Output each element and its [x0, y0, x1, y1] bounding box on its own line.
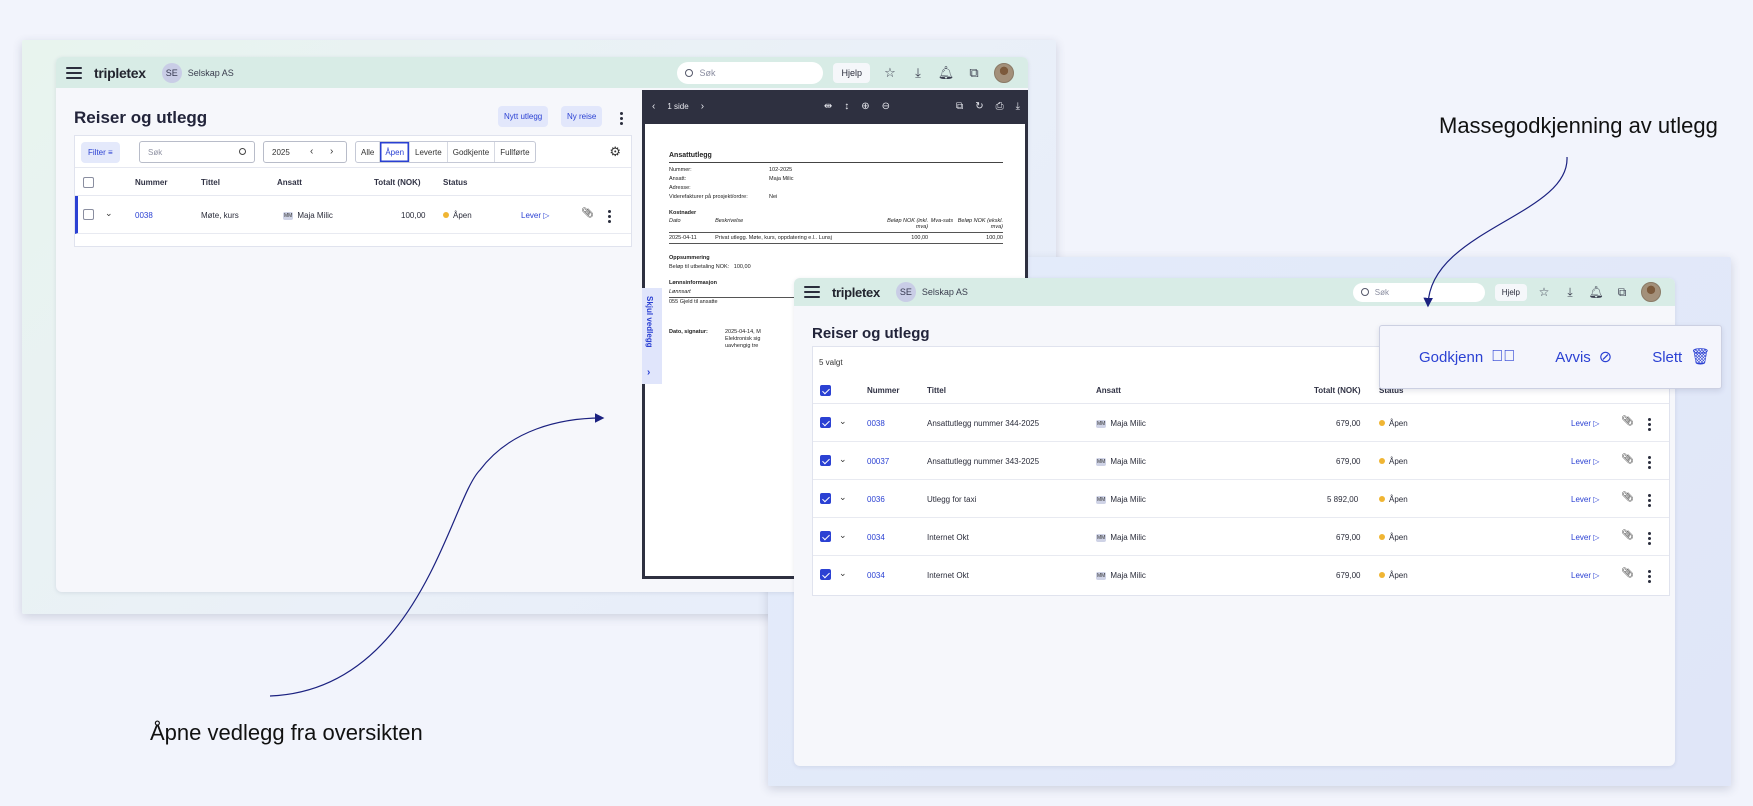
annotation-open-attachment: Åpne vedlegg fra oversikten [150, 720, 423, 745]
arrow-to-attachment-tab [269, 413, 605, 697]
annotation-bulk-approval: Massegodkjenning av utlegg [1439, 113, 1718, 138]
arrow-to-bulk-bar [1423, 156, 1568, 308]
